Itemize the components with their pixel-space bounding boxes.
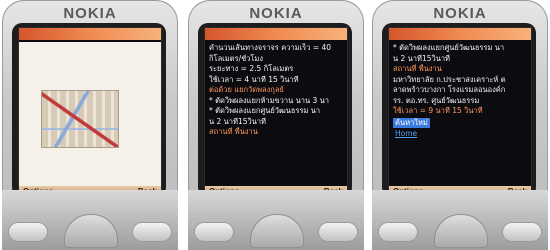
navigation-key[interactable] — [434, 214, 488, 248]
route-text: คำนวนเส้นทางจราจร ความเร็ว = 40 กิโลเมตร… — [209, 43, 343, 186]
new-search-link[interactable]: ค้นหาใหม่ — [393, 117, 430, 128]
back-softkey[interactable]: Back — [324, 187, 343, 196]
map-image[interactable] — [41, 90, 119, 148]
navigation-key[interactable] — [250, 214, 304, 248]
phone-screen: Options Back — [18, 27, 162, 199]
text-line: * ตัดวิพผลงแยกห้ามขวาน นาน 3 นา — [209, 95, 329, 105]
softkey-bar: Options Back — [389, 186, 531, 198]
softkey-bar: Options Back — [205, 186, 347, 198]
brand-logo: NOKIA — [433, 5, 487, 22]
text-line: ใช้เวลา = 4 นาที 15 วินาที — [209, 74, 299, 84]
text-line: รร. ตอ.ทร. ศูนย์วัฒนธรรม — [393, 95, 480, 105]
softkey-bar: Options Back — [19, 186, 161, 198]
phone-3: NOKIA * ตัดวิพผลงแยกศูนย์วัฒนธรรม นา น 2… — [372, 0, 548, 250]
home-link[interactable]: Home — [393, 129, 419, 140]
navigation-key[interactable] — [64, 214, 118, 248]
text-line: ต่อด้วย แยกวัดพลงกุลธ์ — [209, 85, 285, 94]
title-bar — [19, 28, 161, 40]
brand-logo: NOKIA — [63, 5, 117, 22]
keypad — [188, 206, 364, 250]
left-select-key[interactable] — [378, 222, 418, 242]
text-line: ระยะทาง = 2.5 กิโลเมตร — [209, 64, 294, 73]
right-select-key[interactable] — [132, 222, 172, 242]
options-softkey[interactable]: Options — [23, 187, 53, 196]
title-bar — [205, 28, 347, 40]
text-line: น 2 นาที15วินาที — [209, 116, 266, 126]
left-select-key[interactable] — [194, 222, 234, 242]
text-line: กิโลเมตร/ชั่วโมง — [209, 53, 264, 63]
options-softkey[interactable]: Options — [209, 187, 239, 196]
options-softkey[interactable]: Options — [393, 187, 423, 196]
left-select-key[interactable] — [8, 222, 48, 242]
phone-screen: คำนวนเส้นทางจราจร ความเร็ว = 40 กิโลเมตร… — [204, 27, 348, 199]
text-line: มหาวิทยาลัย ก.ประชาสงเคราะห์ ต — [393, 74, 506, 84]
text-line: ใช้เวลา = 9 นาที 15 วินาที — [393, 106, 483, 115]
text-line: * ตัดวิพผลงแยกศูนย์วัฒนธรรม นา — [393, 43, 505, 52]
brand-logo: NOKIA — [249, 5, 303, 22]
back-softkey[interactable]: Back — [138, 187, 157, 196]
phone-screen: * ตัดวิพผลงแยกศูนย์วัฒนธรรม นา น 2 นาที1… — [388, 27, 532, 199]
title-bar — [389, 28, 531, 40]
phone-2: NOKIA คำนวนเส้นทางจราจร ความเร็ว = 40 กิ… — [188, 0, 364, 250]
route-text: * ตัดวิพผลงแยกศูนย์วัฒนธรรม นา น 2 นาที1… — [393, 43, 527, 186]
back-softkey[interactable]: Back — [508, 187, 527, 196]
map-view — [19, 42, 161, 186]
text-line: สถานที่ พื้นงาน — [209, 127, 258, 136]
phone-1: NOKIA Options Back — [2, 0, 178, 250]
right-select-key[interactable] — [318, 222, 358, 242]
text-line: ลาดพร้าวบางกา โรงแรมลอนองค์ก — [393, 85, 506, 94]
text-line: น 2 นาที15วินาที — [393, 53, 450, 63]
text-line: สถานที่ พื้นงาน — [393, 64, 442, 73]
keypad — [372, 206, 548, 250]
keypad — [2, 206, 178, 250]
text-line: คำนวนเส้นทางจราจร ความเร็ว = 40 — [209, 43, 332, 52]
right-select-key[interactable] — [502, 222, 542, 242]
text-line: * ตัดวิพผลงแยกศูนย์วัฒนธรรม นา — [209, 106, 321, 115]
